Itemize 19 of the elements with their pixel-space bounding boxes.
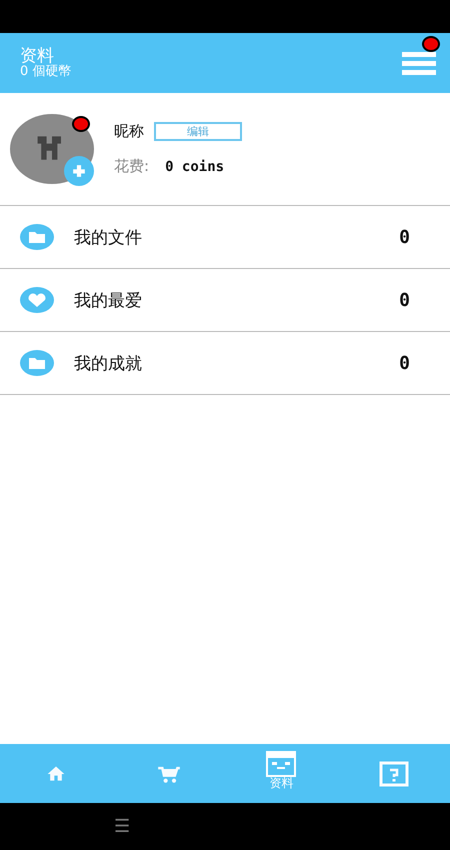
cost-value: 0 coins (165, 158, 224, 174)
pixel-face-icon (266, 750, 296, 777)
page-title: 资料 (20, 48, 54, 65)
cost-label: 花费: (114, 157, 150, 176)
system-menu-button[interactable]: ☰ (114, 816, 130, 837)
help-icon (378, 760, 409, 786)
coin-count: 0 個硬幣 (20, 65, 72, 78)
folder-icon (20, 224, 54, 250)
avatar[interactable] (10, 114, 94, 184)
menu-icon[interactable] (402, 50, 436, 76)
add-photo-icon[interactable] (62, 156, 96, 186)
nickname: 昵称 (114, 122, 144, 141)
item-count: 0 (399, 352, 410, 374)
menu-list-item[interactable]: 我的最爱 0 (0, 269, 450, 332)
menu-list-item[interactable]: 我的成就 0 (0, 332, 450, 395)
item-count: 0 (399, 290, 410, 310)
folder-icon (20, 350, 54, 376)
menu-list-item[interactable]: 我的文件 0 (0, 206, 450, 269)
item-count: 0 (399, 226, 410, 248)
